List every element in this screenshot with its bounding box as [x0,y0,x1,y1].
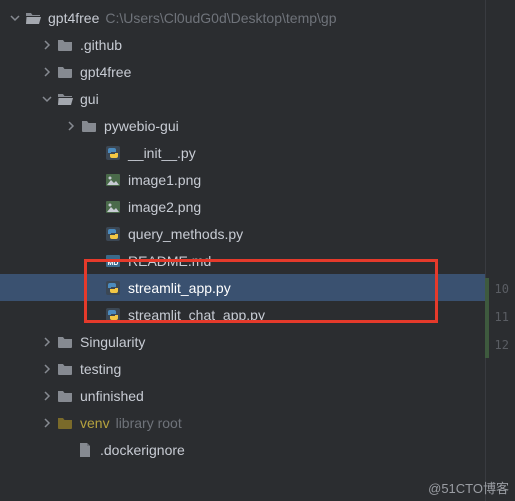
line-number: 12 [495,338,509,352]
tree-label: query_methods.py [128,226,243,242]
tree-label: .github [80,37,122,53]
tree-item-venv[interactable]: venv library root [0,409,515,436]
tree-label: image2.png [128,199,201,215]
python-file-icon [104,280,122,296]
folder-open-icon [24,10,42,26]
tree-item-github[interactable]: .github [0,31,515,58]
tree-label: __init__.py [128,145,196,161]
markdown-file-icon [104,253,122,269]
tree-item-gui[interactable]: gui [0,85,515,112]
vcs-change-marker [485,278,489,358]
tree-label: testing [80,361,121,377]
folder-icon [56,334,74,350]
tree-label: README.md [128,253,211,269]
watermark: @51CTO博客 [428,478,509,497]
folder-excluded-icon [56,415,74,431]
python-file-icon [104,145,122,161]
tree-item-pywebio[interactable]: pywebio-gui [0,112,515,139]
tree-label: streamlit_app.py [128,280,231,296]
tree-label: gui [80,91,99,107]
chevron-right-icon [38,40,56,50]
folder-icon [56,37,74,53]
python-file-icon [104,226,122,242]
tree-label: .dockerignore [100,442,185,458]
tree-label: image1.png [128,172,201,188]
tree-hint: library root [116,415,182,431]
tree-label: pywebio-gui [104,118,179,134]
tree-item-image2[interactable]: image2.png [0,193,515,220]
tree-item-query-methods[interactable]: query_methods.py [0,220,515,247]
chevron-down-icon [6,13,24,23]
tree-label: Singularity [80,334,145,350]
chevron-right-icon [62,121,80,131]
tree-root[interactable]: gpt4free C:\Users\Cl0udG0d\Desktop\temp\… [0,4,515,31]
image-file-icon [104,172,122,188]
tree-label: venv [80,415,110,431]
tree-label: unfinished [80,388,144,404]
folder-icon [56,64,74,80]
tree-item-init[interactable]: __init__.py [0,139,515,166]
line-number: 11 [495,310,509,324]
chevron-right-icon [38,418,56,428]
tree-item-streamlit-app[interactable]: streamlit_app.py [0,274,515,301]
chevron-down-icon [38,94,56,104]
tree-item-singularity[interactable]: Singularity [0,328,515,355]
folder-open-icon [56,91,74,107]
tree-item-image1[interactable]: image1.png [0,166,515,193]
file-icon [76,442,94,458]
tree-item-testing[interactable]: testing [0,355,515,382]
tree-item-unfinished[interactable]: unfinished [0,382,515,409]
chevron-right-icon [38,337,56,347]
chevron-right-icon [38,364,56,374]
tree-item-streamlit-chat-app[interactable]: streamlit_chat_app.py [0,301,515,328]
chevron-right-icon [38,391,56,401]
root-label: gpt4free [48,10,99,26]
image-file-icon [104,199,122,215]
tree-item-dockerignore[interactable]: .dockerignore [0,436,515,463]
folder-icon [56,388,74,404]
editor-gutter: 10 11 12 [485,0,515,501]
line-number: 10 [495,282,509,296]
tree-item-readme[interactable]: README.md [0,247,515,274]
root-path: C:\Users\Cl0udG0d\Desktop\temp\gp [105,10,336,26]
chevron-right-icon [38,67,56,77]
tree-label: streamlit_chat_app.py [128,307,265,323]
python-file-icon [104,307,122,323]
file-tree[interactable]: gpt4free C:\Users\Cl0udG0d\Desktop\temp\… [0,0,515,463]
tree-item-gpt4free[interactable]: gpt4free [0,58,515,85]
folder-icon [80,118,98,134]
tree-label: gpt4free [80,64,131,80]
folder-icon [56,361,74,377]
